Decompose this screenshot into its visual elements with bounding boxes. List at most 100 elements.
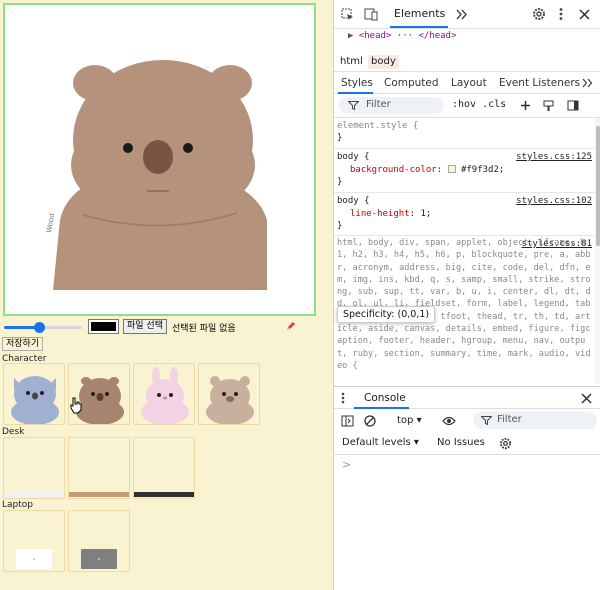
filter-icon <box>481 416 492 425</box>
rule-separator <box>334 235 596 236</box>
rule2-selector: body { <box>337 196 370 206</box>
drawer-menu-icon[interactable] <box>341 392 345 404</box>
toggle-sidebar-icon[interactable] <box>567 100 579 111</box>
grey-laptop-sticker <box>81 549 117 569</box>
console-prompt[interactable]: > <box>334 456 600 590</box>
white-desk-sticker <box>4 492 64 497</box>
scrollbar-thumb[interactable] <box>596 126 600 246</box>
console-filter-input[interactable]: Filter <box>473 412 597 429</box>
active-tab-indicator <box>390 26 448 28</box>
desk-tile-white[interactable] <box>3 437 65 499</box>
character-tile-wombat[interactable] <box>68 363 130 425</box>
pencil-icon[interactable] <box>285 320 297 332</box>
paint-brush-icon[interactable] <box>543 100 554 112</box>
issues-counter[interactable]: No Issues <box>437 437 485 448</box>
bunny-sticker <box>141 367 189 424</box>
wood-desk-sticker <box>69 492 129 497</box>
tab-elements[interactable]: Elements <box>394 7 445 20</box>
rule2-close: } <box>337 221 343 231</box>
rule-separator <box>334 192 596 193</box>
styles-scrollbar[interactable] <box>595 118 600 384</box>
slider-thumb[interactable] <box>34 322 45 333</box>
rule1-close: } <box>337 177 343 187</box>
laptop-tile-grey[interactable] <box>68 510 130 572</box>
section-desk-label: Desk <box>2 427 25 437</box>
devtools-toolbar: Elements <box>334 0 600 29</box>
more-subtabs-icon[interactable] <box>582 78 593 88</box>
rule-element-style-selector: element.style { <box>337 121 419 131</box>
specificity-tooltip: Specificity: (0,0,1) <box>337 306 436 323</box>
console-settings-gear-icon[interactable] <box>499 437 512 450</box>
live-expression-eye-icon[interactable] <box>442 416 456 426</box>
rule-separator <box>334 148 596 149</box>
white-laptop-sticker <box>16 549 52 569</box>
close-drawer-icon[interactable] <box>581 393 592 404</box>
breadcrumb: html body <box>334 50 600 72</box>
file-select-button[interactable]: 파일 선택 <box>123 319 167 334</box>
styles-filter-row: Filter :hov .cls <box>334 94 600 118</box>
rule2-source-link[interactable]: styles.css:102 <box>516 196 592 206</box>
tab-event-listeners[interactable]: Event Listeners <box>499 77 580 89</box>
rule2-declaration[interactable]: line-height: 1; <box>350 209 431 219</box>
dom-node-head[interactable]: ▶ <head> ··· </head> <box>348 31 456 41</box>
laptop-tile-white[interactable] <box>3 510 65 572</box>
wombat-sticker <box>76 377 124 424</box>
styles-filter-input[interactable]: Filter <box>339 97 444 114</box>
settings-gear-icon[interactable] <box>532 7 546 21</box>
desk-tile-wood[interactable] <box>68 437 130 499</box>
context-selector[interactable]: top ▾ <box>397 415 422 426</box>
desk-tile-black[interactable] <box>133 437 195 499</box>
section-laptop-label: Laptop <box>2 500 33 510</box>
styles-rules-pane: element.style { } body { styles.css:125 … <box>334 118 596 384</box>
rule-element-style-close: } <box>337 133 343 143</box>
black-desk-sticker <box>134 492 194 497</box>
koala-sticker <box>11 376 59 424</box>
reset-rule-selector-list: html, body, div, span, applet, object, i… <box>337 238 591 371</box>
crumb-html[interactable]: html <box>337 55 366 69</box>
chevron-down-icon: ▾ <box>413 437 419 448</box>
character-tile-bunny[interactable] <box>133 363 195 425</box>
drawing-app: Wood 파일 선택 선택된 파일 없음 저장하기 Character Desk… <box>0 0 333 590</box>
tab-console[interactable]: Console <box>364 392 406 404</box>
chevron-down-icon: ▾ <box>416 415 422 426</box>
styles-subtabs: Styles Computed Layout Event Listeners <box>334 72 600 94</box>
brush-size-slider[interactable] <box>4 321 84 333</box>
drawer-header: Console <box>334 386 600 409</box>
save-button[interactable]: 저장하기 <box>2 337 44 351</box>
rule1-declaration[interactable]: background-color: #f9f3d2; <box>350 165 504 175</box>
character-tile-koala[interactable] <box>3 363 65 425</box>
expand-triangle-icon[interactable]: ▶ <box>348 31 359 41</box>
dom-tree: ▶ <head> ··· </head> <box>334 29 600 49</box>
color-swatch-icon[interactable] <box>447 165 456 173</box>
character-tile-bear[interactable] <box>198 363 260 425</box>
bear-sticker <box>206 376 254 424</box>
devtools-panel: Elements ▶ <head> ··· </head> html body … <box>333 0 600 590</box>
inspect-element-icon[interactable] <box>341 8 354 21</box>
new-style-rule-icon[interactable] <box>520 100 531 111</box>
prompt-chevron-icon: > <box>342 458 352 471</box>
console-toolbar: top ▾ Filter <box>334 409 600 433</box>
drawing-canvas[interactable]: Wood <box>3 3 316 316</box>
tab-layout[interactable]: Layout <box>451 77 487 89</box>
device-toolbar-icon[interactable] <box>364 8 378 21</box>
rule1-selector: body { <box>337 152 370 162</box>
log-levels-dropdown[interactable]: Default levels ▾ <box>342 437 419 448</box>
hov-cls-toggle[interactable]: :hov .cls <box>452 99 506 110</box>
more-tabs-icon[interactable] <box>456 9 468 20</box>
wombat-drawing: Wood <box>5 5 314 314</box>
file-status-text: 선택된 파일 없음 <box>172 324 236 334</box>
console-sidebar-icon[interactable] <box>341 415 354 427</box>
filter-icon <box>348 101 359 110</box>
clear-console-icon[interactable] <box>364 415 376 427</box>
console-levels-row: Default levels ▾ No Issues <box>334 433 600 455</box>
rule1-source-link[interactable]: styles.css:125 <box>516 152 592 162</box>
kebab-menu-icon[interactable] <box>558 7 564 21</box>
close-devtools-icon[interactable] <box>579 9 590 20</box>
toolbar: 파일 선택 선택된 파일 없음 <box>4 318 329 336</box>
hand-cursor-icon <box>70 397 82 414</box>
color-swatch-fill <box>91 322 116 331</box>
tab-styles[interactable]: Styles <box>341 77 373 89</box>
color-picker[interactable] <box>88 319 119 334</box>
tab-computed[interactable]: Computed <box>384 77 439 89</box>
crumb-body[interactable]: body <box>368 55 399 69</box>
